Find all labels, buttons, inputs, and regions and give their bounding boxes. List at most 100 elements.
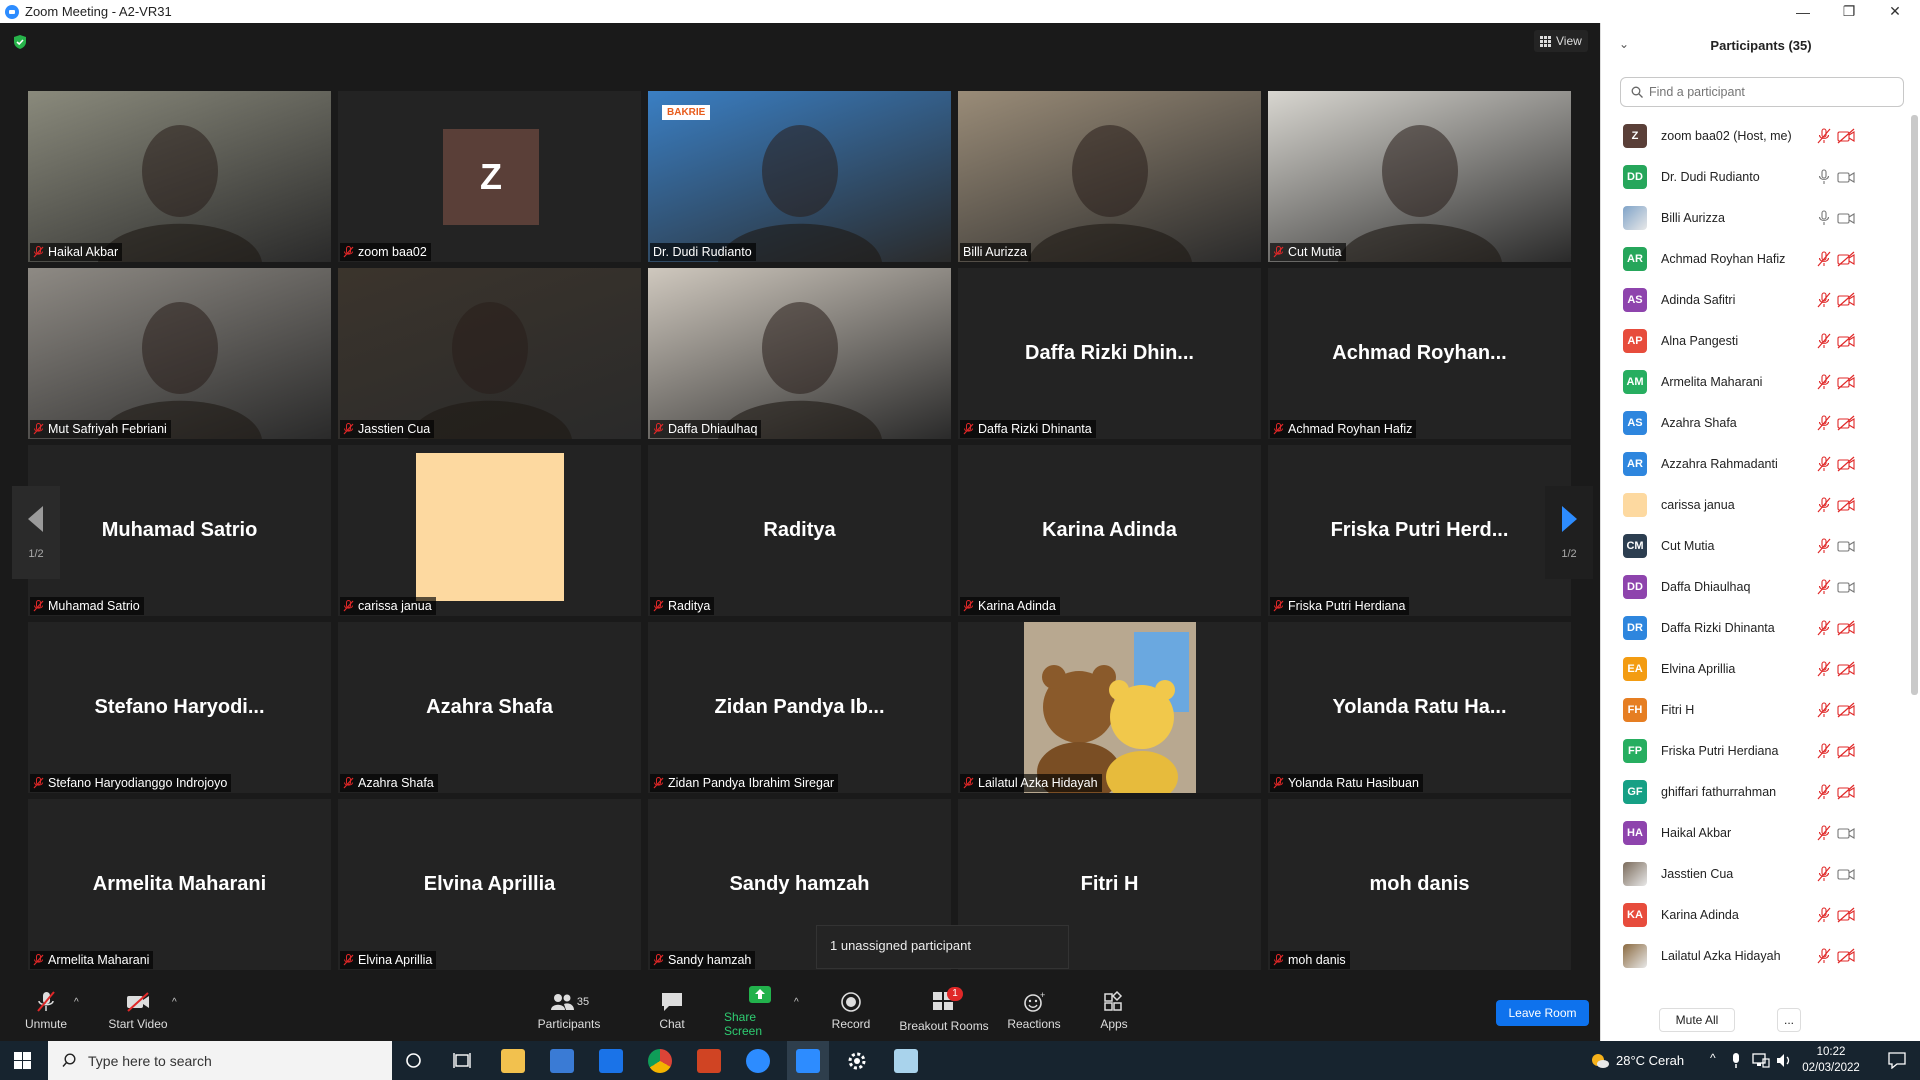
video-off-icon[interactable] [1837,948,1855,964]
participant-list-item[interactable]: FP Friska Putri Herdiana [1601,730,1911,771]
mic-icon[interactable] [1817,168,1831,185]
participant-list-item[interactable]: AP Alna Pangesti [1601,320,1911,361]
unmute-button[interactable]: Unmute [22,980,70,1041]
mic-muted-icon[interactable] [1817,127,1831,144]
mic-muted-icon[interactable] [1817,373,1831,390]
video-tile-achmad[interactable]: Achmad Royhan... Achmad Royhan Hafiz [1268,268,1571,439]
taskbar-clock[interactable]: 10:22 02/03/2022 [1800,1044,1862,1076]
mic-icon[interactable] [1817,209,1831,226]
chat-button[interactable]: Chat [652,980,692,1041]
participant-list-item[interactable]: Billi Aurizza [1601,197,1911,238]
video-off-icon[interactable] [1837,415,1855,431]
video-tile-stefano[interactable]: Stefano Haryodi... Stefano Haryodianggo I… [28,622,331,793]
close-button[interactable]: ✕ [1872,0,1918,23]
video-off-icon[interactable] [1837,128,1855,144]
participant-list-item[interactable]: EA Elvina Aprillia [1601,648,1911,689]
settings-gear-icon[interactable] [845,1049,869,1073]
video-options-caret-icon[interactable]: ^ [172,997,177,1008]
share-options-caret-icon[interactable]: ^ [794,997,799,1008]
participant-search-input[interactable] [1649,85,1889,99]
security-shield-icon[interactable] [12,34,28,50]
participants-button[interactable]: 35 Participants [534,980,604,1041]
windows-start-icon[interactable] [14,1052,31,1069]
video-icon[interactable] [1837,538,1855,554]
breakout-rooms-button[interactable]: 1 Breakout Rooms [896,980,992,1041]
video-tile-cut[interactable]: Cut Mutia [1268,91,1571,262]
video-icon[interactable] [1837,210,1855,226]
minimize-button[interactable]: — [1780,0,1826,23]
mic-muted-icon[interactable] [1817,783,1831,800]
zoom-taskbar-icon[interactable] [796,1049,820,1073]
participant-search-box[interactable] [1620,77,1904,107]
share-screen-button[interactable]: Share Screen [724,980,796,1041]
mic-muted-icon[interactable] [1817,455,1831,472]
participant-list-item[interactable]: Zzoom baa02 (Host, me) [1601,115,1911,156]
video-off-icon[interactable] [1837,497,1855,513]
video-tile-daffa-d[interactable]: Daffa Dhiaulhaq [648,268,951,439]
participant-list-item[interactable]: GF ghiffari fathurrahman [1601,771,1911,812]
mic-muted-icon[interactable] [1817,578,1831,595]
network-icon[interactable] [1752,1053,1770,1068]
reactions-button[interactable]: + Reactions [1004,980,1064,1041]
video-tile-zidan[interactable]: Zidan Pandya Ib... Zidan Pandya Ibrahim S… [648,622,951,793]
volume-icon[interactable] [1776,1052,1792,1069]
tray-chevron-icon[interactable]: ^ [1710,1051,1716,1065]
video-tile-mut[interactable]: Mut Safriyah Febriani [28,268,331,439]
video-off-icon[interactable] [1837,907,1855,923]
video-tile-yolanda[interactable]: Yolanda Ratu Ha... Yolanda Ratu Hasibuan [1268,622,1571,793]
mic-muted-icon[interactable] [1817,701,1831,718]
participant-list-item[interactable]: FH Fitri H [1601,689,1911,730]
video-off-icon[interactable] [1837,333,1855,349]
participant-list-item[interactable]: HA Haikal Akbar [1601,812,1911,853]
video-off-icon[interactable] [1837,292,1855,308]
powerpoint-icon[interactable] [697,1049,721,1073]
video-tile-armelita[interactable]: Armelita Maharani Armelita Maharani [28,799,331,970]
participant-list-item[interactable]: AS Adinda Safitri [1601,279,1911,320]
video-icon[interactable] [1837,825,1855,841]
participant-list-item[interactable]: Lailatul Azka Hidayah [1601,935,1911,976]
video-tile-jasstien[interactable]: Jasstien Cua [338,268,641,439]
notifications-icon[interactable] [1888,1052,1906,1069]
start-video-button[interactable]: Start Video [106,980,170,1041]
microsoft-store-icon[interactable] [550,1049,574,1073]
video-off-icon[interactable] [1837,620,1855,636]
file-explorer-icon[interactable] [501,1049,525,1073]
mic-muted-icon[interactable] [1817,865,1831,882]
tray-mic-icon[interactable] [1730,1052,1742,1069]
video-tile-azahra[interactable]: Azahra Shafa Azahra Shafa [338,622,641,793]
task-view-icon[interactable] [453,1052,471,1069]
video-tile-moh[interactable]: moh danis moh danis [1268,799,1571,970]
video-icon[interactable] [1837,579,1855,595]
video-tile-daffa-r[interactable]: Daffa Rizki Dhin... Daffa Rizki Dhinanta [958,268,1261,439]
video-off-icon[interactable] [1837,702,1855,718]
mic-muted-icon[interactable] [1817,906,1831,923]
participant-list-item[interactable]: DR Daffa Rizki Dhinanta [1601,607,1911,648]
video-tile-muhamad[interactable]: Muhamad Satrio Muhamad Satrio [28,445,331,616]
next-page-button[interactable]: 1/2 [1545,486,1593,579]
participant-list-item[interactable]: CM Cut Mutia [1601,525,1911,566]
mic-muted-icon[interactable] [1817,496,1831,513]
record-button[interactable]: Record [828,980,874,1041]
chrome-icon[interactable] [648,1049,672,1073]
participant-list-item[interactable]: DD Dr. Dudi Rudianto [1601,156,1911,197]
video-icon[interactable] [1837,866,1855,882]
teamviewer-icon[interactable] [746,1049,770,1073]
participant-list-item[interactable]: DD Daffa Dhiaulhaq [1601,566,1911,607]
apps-button[interactable]: Apps [1094,980,1134,1041]
video-tile-billi[interactable]: Billi Aurizza [958,91,1261,262]
taskbar-search-box[interactable]: Type here to search [48,1041,392,1080]
participant-list-item[interactable]: AS Azahra Shafa [1601,402,1911,443]
video-tile-carissa[interactable]: carissa janua [338,445,641,616]
weather-widget[interactable]: 28°C Cerah [1590,1041,1684,1080]
video-tile-lailatul[interactable]: Lailatul Azka Hidayah [958,622,1261,793]
mic-muted-icon[interactable] [1817,250,1831,267]
notepad-app-icon[interactable] [894,1049,918,1073]
mic-muted-icon[interactable] [1817,742,1831,759]
video-tile-raditya[interactable]: Raditya Raditya [648,445,951,616]
participant-list-item[interactable]: AR Achmad Royhan Hafiz [1601,238,1911,279]
video-icon[interactable] [1837,169,1855,185]
mic-muted-icon[interactable] [1817,291,1831,308]
participant-list-item[interactable]: carissa janua [1601,484,1911,525]
audio-options-caret-icon[interactable]: ^ [74,997,79,1008]
mic-muted-icon[interactable] [1817,414,1831,431]
